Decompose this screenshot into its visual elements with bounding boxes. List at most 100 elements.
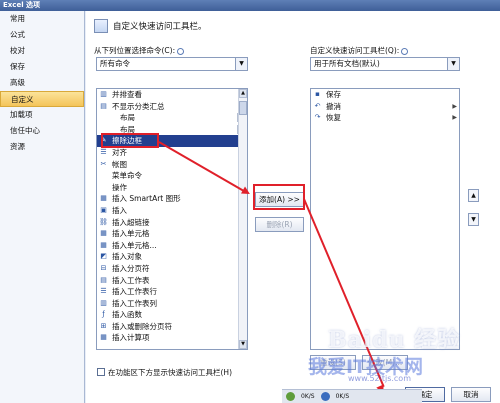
list-item[interactable]: ▦ 插入 SmartArt 图形 [97,193,247,205]
chevron-right-icon: ▶ [452,102,457,110]
cut-icon: ✂ [100,159,107,168]
list-item[interactable]: ƒ 插入函数 [97,309,247,321]
list-item[interactable]: 菜单命令▶ [97,170,247,182]
network-icon [286,392,295,401]
list-item-label: 撤消 [326,101,341,111]
list-item-label: 插入分页符 [112,263,150,273]
list-item-label: 对齐 [112,147,127,157]
list-item-label: 插入超链接 [112,217,150,227]
chevron-down-icon[interactable]: ▼ [447,58,459,70]
list-item[interactable]: ▤ 不显示分类汇总 [97,101,247,113]
list-item[interactable]: 布局▼ [97,112,247,124]
sidebar-item-save[interactable]: 保存 [0,59,84,75]
info-icon [401,47,409,55]
customize-qat-label: 自定义快速访问工具栏(Q): [310,45,409,56]
cancel-button[interactable]: 取消 [451,387,491,402]
list-item[interactable]: ✂ 帐图 [97,159,247,171]
list-item[interactable]: ☰ 插入工作表行 [97,286,247,298]
list-item[interactable]: ⊟ 插入分页符 [97,263,247,275]
list-item[interactable]: 布局▼ [97,124,247,136]
scroll-down-icon[interactable]: ▼ [239,340,247,349]
side-by-side-icon: ▥ [100,90,107,98]
info-icon [177,47,185,55]
list-item-label: 插入函数 [112,310,142,320]
list-item[interactable]: ⊞ 插入或删除分页符 [97,321,247,333]
upload-speed: 0K/S [335,393,350,400]
sidebar-item-resources[interactable]: 资源 [0,139,84,155]
insert-cells-icon: ▦ [100,229,107,238]
commands-list-rows: ▥并排查看▤不显示分类汇总布局▼布局▼✎擦除边框☰对齐▶✂帐图菜单命令▶操作▶▦… [97,89,247,344]
show-below-ribbon-checkbox[interactable] [97,368,105,376]
scroll-up-icon[interactable]: ▲ [239,89,247,98]
commands-source-dropdown[interactable]: 所有命令 ▼ [96,57,248,71]
sidebar-item-common[interactable]: 常用 [0,11,84,27]
choose-commands-text: 从下列位置选择命令(C): [94,46,176,55]
modify-button[interactable]: 修改(M)... [362,355,408,370]
insert-sheet-icon: ▤ [100,275,107,284]
chevron-down-icon[interactable]: ▼ [235,58,247,70]
sidebar-item-addins[interactable]: 加载项 [0,107,84,123]
list-item-label: 并排查看 [112,90,142,99]
blank-icon [99,171,108,180]
list-item[interactable]: ↶ 撤消 ▶ [311,101,459,113]
qat-scope-value: 用于所有文档(默认) [314,59,380,68]
commands-source-value: 所有命令 [100,59,130,68]
list-item-label: 操作 [112,182,127,192]
list-item[interactable]: ▣插入▶ [97,205,247,217]
upload-icon [320,392,330,401]
smartart-icon: ▦ [100,194,107,203]
window-title: Excel 选项 [0,0,500,11]
sidebar-item-formulas[interactable]: 公式 [0,27,84,43]
list-item[interactable]: ▥ 插入工作表列 [97,298,247,310]
list-item[interactable]: ☰对齐▶ [97,147,247,159]
show-below-ribbon-label: 在功能区下方显示快速访问工具栏(H) [108,368,232,377]
list-item[interactable]: ▦ 插入单元格... [97,240,247,252]
blank-icon [99,125,108,134]
qat-scope-dropdown[interactable]: 用于所有文档(默认) ▼ [310,57,460,71]
list-item-label: 布局 [120,124,135,134]
list-item-label: 插入 [112,205,127,215]
list-item[interactable]: ▥ 并排查看 [97,89,247,101]
list-item[interactable]: ⛓ 插入超链接 [97,217,247,229]
list-item-label: 保存 [326,90,341,99]
list-item-label: 插入单元格... [112,240,157,250]
list-item[interactable]: ▦ 插入计算项 [97,332,247,344]
sidebar-item-advanced[interactable]: 高级 [0,75,84,91]
list-item[interactable]: ✎ 擦除边框 [97,135,247,147]
taskbar: 0K/S 0K/S [282,389,422,403]
add-button[interactable]: 添加(A) >> [255,192,304,207]
list-item-label: 菜单命令 [112,171,142,181]
list-item-label: 帐图 [112,159,127,169]
page-title: 自定义快速访问工具栏。 [113,22,207,32]
qat-list[interactable]: ▪ 保存 ↶ 撤消 ▶ ↷ 恢复 ▶ [310,88,460,350]
sidebar-item-customize[interactable]: 自定义 [0,91,84,107]
align-icon: ☰ [100,147,107,156]
list-item-label: 插入 SmartArt 图形 [112,194,181,204]
customize-qat-text: 自定义快速访问工具栏(Q): [310,46,400,55]
list-item[interactable]: ▤ 插入工作表 [97,275,247,287]
insert-icon: ▣ [100,205,107,214]
sidebar-item-proofing[interactable]: 校对 [0,43,84,59]
undo-icon: ↶ [314,101,321,110]
list-item-label: 恢复 [326,113,341,123]
list-item[interactable]: ▪ 保存 [311,89,459,101]
list-item[interactable]: 操作▶ [97,182,247,194]
list-item[interactable]: ▦ 插入单元格 [97,228,247,240]
insert-columns-icon: ▥ [100,298,107,307]
remove-button[interactable]: 删除(R) [255,217,304,232]
list-item[interactable]: ↷ 恢复 ▶ [311,112,459,124]
header: 自定义快速访问工具栏。 [94,17,207,35]
download-speed: 0K/S [301,393,315,400]
hyperlink-icon: ⛓ [99,217,108,226]
function-icon: ƒ [102,310,105,319]
scroll-thumb[interactable] [239,101,247,115]
move-down-icon[interactable]: ▼ [468,213,479,226]
sidebar-item-trust-center[interactable]: 信任中心 [0,123,84,139]
main-panel: 自定义快速访问工具栏。 从下列位置选择命令(C): 所有命令 ▼ 自定义快速访问… [86,11,500,403]
save-icon: ▪ [315,90,320,98]
list-item[interactable]: ◩ 插入对象 [97,251,247,263]
reset-button[interactable]: 重设(S) [310,355,356,370]
commands-scrollbar[interactable]: ▲ ▼ [238,89,247,349]
commands-list[interactable]: ▥并排查看▤不显示分类汇总布局▼布局▼✎擦除边框☰对齐▶✂帐图菜单命令▶操作▶▦… [96,88,248,350]
move-up-icon[interactable]: ▲ [468,189,479,202]
